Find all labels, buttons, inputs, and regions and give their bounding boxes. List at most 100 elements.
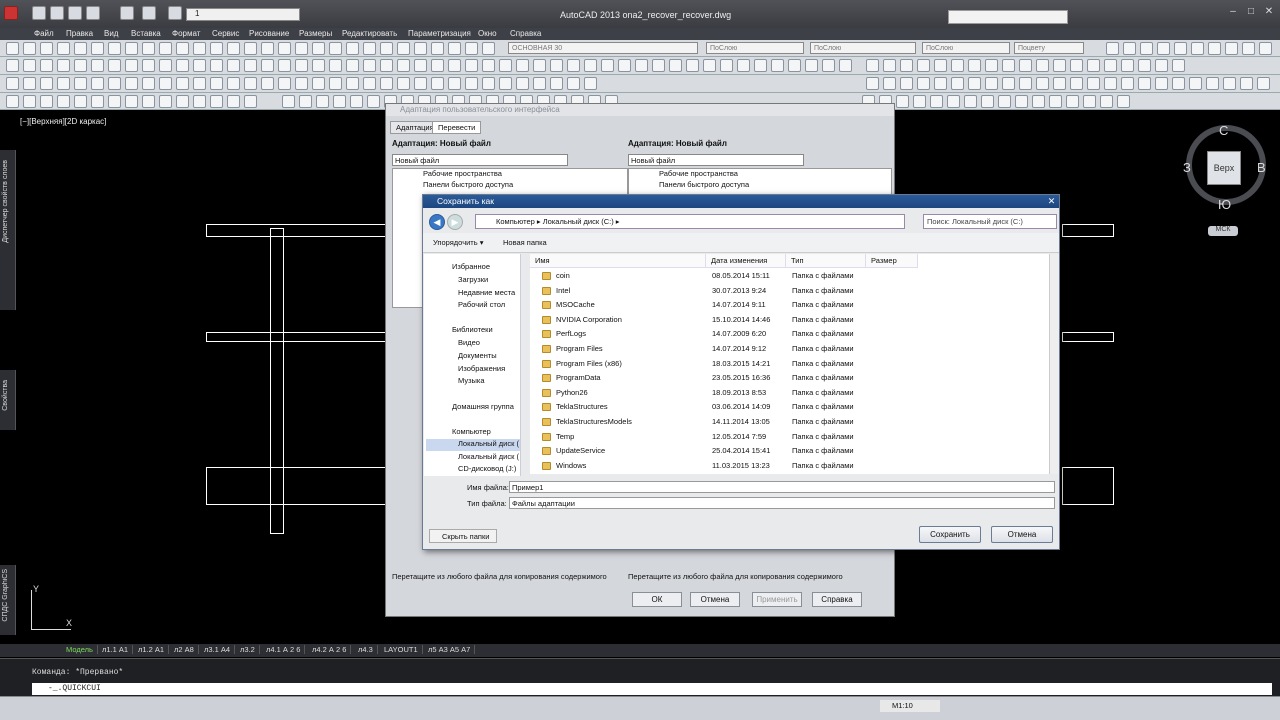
toolbar-icon[interactable]: [74, 42, 87, 55]
saveas-icon[interactable]: [86, 6, 100, 20]
toolbar-icon[interactable]: [176, 95, 189, 108]
toolbar-icon[interactable]: [329, 77, 342, 90]
toolbar-icon[interactable]: [227, 59, 240, 72]
tab-layout[interactable]: л4.2 А 2 6: [308, 645, 352, 654]
toolbar-icon[interactable]: [57, 59, 70, 72]
toolbar-icon[interactable]: [159, 95, 172, 108]
toolbar-icon[interactable]: [363, 59, 376, 72]
toolbar-icon[interactable]: [448, 59, 461, 72]
toolbar-icon[interactable]: [57, 95, 70, 108]
menu-modify[interactable]: Редактировать: [342, 29, 397, 38]
lineweight-combo[interactable]: ПоСлою: [922, 42, 1010, 54]
file-row[interactable]: UpdateService 25.04.2014 15:41 Папка с фай…: [530, 444, 1040, 458]
toolbar-icon[interactable]: [465, 59, 478, 72]
vertical-scrollbar[interactable]: [1049, 254, 1059, 474]
toolbar-icon[interactable]: [431, 59, 444, 72]
toolbar-icon[interactable]: [261, 77, 274, 90]
file-row[interactable]: ProgramData 23.05.2015 16:36 Папка с файла…: [530, 371, 1040, 385]
help-button[interactable]: Справка: [812, 592, 862, 607]
toolbar-icon[interactable]: [363, 42, 376, 55]
toolbar-icon[interactable]: [333, 95, 346, 108]
linetype-combo[interactable]: ПоСлою: [810, 42, 916, 54]
plotstyle-combo[interactable]: Поцвету: [1014, 42, 1084, 54]
toolbar-icon[interactable]: [482, 42, 495, 55]
search-input[interactable]: Поиск: Локальный диск (C:): [923, 214, 1057, 229]
toolbar-icon[interactable]: [1053, 77, 1066, 90]
nav-music[interactable]: Музыка: [458, 376, 485, 385]
tab-model[interactable]: Модель: [62, 645, 98, 654]
new-icon[interactable]: [32, 6, 46, 20]
maximize-icon[interactable]: □: [1244, 6, 1258, 20]
properties-palette[interactable]: Свойства: [0, 370, 16, 430]
file-row[interactable]: TeklaStructures 03.06.2014 14:09 Папка с ф…: [530, 400, 1040, 414]
toolbar-icon[interactable]: [550, 59, 563, 72]
annotation-scale[interactable]: М1:10: [880, 700, 940, 712]
nav-drive-c[interactable]: Локальный диск (: [426, 439, 520, 451]
toolbar-icon[interactable]: [278, 42, 291, 55]
file-row[interactable]: Temp 12.05.2014 7:59 Папка с файлами: [530, 430, 1040, 444]
menu-format[interactable]: Формат: [172, 29, 200, 38]
toolbar-icon[interactable]: [981, 95, 994, 108]
toolbar-icon[interactable]: [40, 59, 53, 72]
cancel-button[interactable]: Отмена: [991, 526, 1053, 543]
toolbar-icon[interactable]: [1106, 42, 1119, 55]
toolbar-icon[interactable]: [1104, 59, 1117, 72]
help-search-input[interactable]: [948, 10, 1068, 24]
toolbar-icon[interactable]: [159, 77, 172, 90]
toolbar-icon[interactable]: [805, 59, 818, 72]
toolbar-icon[interactable]: [346, 59, 359, 72]
toolbar-icon[interactable]: [210, 77, 223, 90]
nav-images[interactable]: Изображения: [458, 364, 505, 373]
open-icon[interactable]: [50, 6, 64, 20]
toolbar-icon[interactable]: [108, 42, 121, 55]
toolbar-icon[interactable]: [6, 59, 19, 72]
toolbar-icon[interactable]: [210, 95, 223, 108]
toolbar-icon[interactable]: [1087, 77, 1100, 90]
toolbar-icon[interactable]: [1257, 77, 1270, 90]
toolbar-icon[interactable]: [210, 59, 223, 72]
file-row[interactable]: Program Files (x86) 18.03.2015 14:21 Папка…: [530, 357, 1040, 371]
toolbar-icon[interactable]: [397, 77, 410, 90]
viewport-controls[interactable]: [−][Верхняя][2D каркас]: [20, 117, 106, 126]
toolbar-icon[interactable]: [414, 77, 427, 90]
file-row[interactable]: PerfLogs 14.07.2009 6:20 Папка с файлами: [530, 327, 1040, 341]
column-name[interactable]: Имя: [530, 254, 706, 268]
toolbar-icon[interactable]: [1053, 59, 1066, 72]
toolbar-icon[interactable]: [227, 95, 240, 108]
toolbar-icon[interactable]: [934, 59, 947, 72]
new-folder-button[interactable]: Новая папка: [503, 238, 547, 247]
tree-item[interactable]: Рабочие пространства: [629, 169, 891, 180]
file-combo[interactable]: Новый файл: [392, 154, 568, 166]
toolbar-icon[interactable]: [142, 42, 155, 55]
toolbar-icon[interactable]: [6, 95, 19, 108]
toolbar-icon[interactable]: [299, 95, 312, 108]
toolbar-icon[interactable]: [1066, 95, 1079, 108]
menu-file[interactable]: Файл: [34, 29, 54, 38]
toolbar-icon[interactable]: [934, 77, 947, 90]
toolbar-icon[interactable]: [431, 42, 444, 55]
toolbar-icon[interactable]: [985, 59, 998, 72]
toolbar-icon[interactable]: [584, 59, 597, 72]
toolbar-icon[interactable]: [295, 59, 308, 72]
menu-insert[interactable]: Вставка: [131, 29, 161, 38]
toolbar-icon[interactable]: [125, 42, 138, 55]
nav-cdrom[interactable]: CD-дисковод (J:): [458, 464, 516, 473]
toolbar-icon[interactable]: [1117, 95, 1130, 108]
toolbar-icon[interactable]: [1002, 77, 1015, 90]
tab-layout[interactable]: л3.2: [236, 645, 260, 654]
toolbar-icon[interactable]: [1223, 77, 1236, 90]
toolbar-icon[interactable]: [1189, 77, 1202, 90]
toolbar-icon[interactable]: [193, 95, 206, 108]
toolbar-icon[interactable]: [1036, 77, 1049, 90]
file-row[interactable]: Intel 30.07.2013 9:24 Папка с файлами: [530, 284, 1040, 298]
toolbar-icon[interactable]: [567, 59, 580, 72]
close-icon[interactable]: ✕: [1262, 6, 1276, 20]
toolbar-icon[interactable]: [754, 59, 767, 72]
nav-drive-d[interactable]: Локальный диск (: [458, 452, 519, 461]
forward-icon[interactable]: ▶: [447, 214, 463, 230]
toolbar-icon[interactable]: [533, 59, 546, 72]
toolbar-icon[interactable]: [74, 77, 87, 90]
toolbar-icon[interactable]: [669, 59, 682, 72]
toolbar-icon[interactable]: [516, 59, 529, 72]
menu-parametric[interactable]: Параметризация: [408, 29, 471, 38]
